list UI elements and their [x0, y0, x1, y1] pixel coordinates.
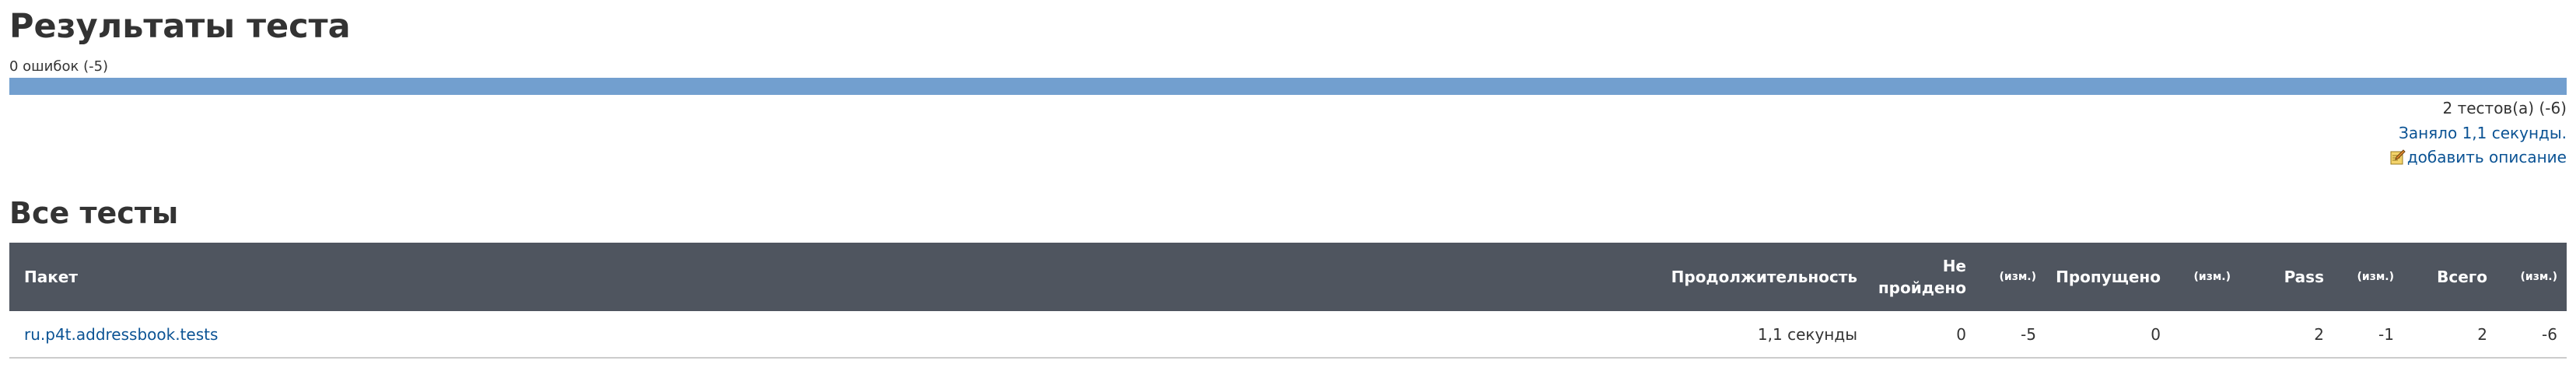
failed-diff-cell: -5 [2021, 324, 2036, 344]
add-description-label[interactable]: добавить описание [2407, 147, 2567, 167]
pass-cell: 2 [2314, 324, 2324, 344]
edit-description-icon [2390, 149, 2406, 165]
all-tests-heading: Все тесты [9, 196, 179, 230]
failed-cell: 0 [1956, 324, 1966, 344]
package-cell: ru.p4t.addressbook.tests [9, 311, 1662, 358]
total-diff-cell: -6 [2542, 324, 2557, 344]
test-result-bar [9, 78, 2567, 95]
column-header-skipped[interactable]: Пропущено [2046, 243, 2170, 311]
skipped-diff-cell [2170, 311, 2240, 358]
column-header-failed[interactable]: Не пройдено [1867, 243, 1976, 311]
column-header-failed-line1: Не [1942, 257, 1966, 275]
column-header-pass[interactable]: Pass [2240, 243, 2333, 311]
test-result-bar-fill [9, 78, 2567, 95]
table-header-row: Пакет Продолжительность Не пройдено (изм… [9, 243, 2567, 311]
column-header-skipped-diff[interactable]: (изм.) [2170, 243, 2240, 311]
package-link[interactable]: ru.p4t.addressbook.tests [24, 325, 218, 344]
tests-count: 2 тестов(а) (-6) [2442, 99, 2567, 117]
duration-cell: 1,1 секунды [1757, 324, 1857, 344]
tests-table: Пакет Продолжительность Не пройдено (изм… [9, 243, 2567, 359]
add-description-link[interactable]: добавить описание [2390, 147, 2567, 167]
table-row: ru.p4t.addressbook.tests 1,1 секунды 0 -… [9, 311, 2567, 358]
column-header-failed-diff[interactable]: (изм.) [1976, 243, 2046, 311]
column-header-pass-diff[interactable]: (изм.) [2333, 243, 2403, 311]
column-header-total-diff[interactable]: (изм.) [2497, 243, 2567, 311]
skipped-cell: 0 [2151, 324, 2161, 344]
duration-link[interactable]: Заняло 1,1 секунды. [2399, 123, 2567, 143]
column-header-package[interactable]: Пакет [9, 243, 1662, 311]
failures-summary: 0 ошибок (-5) [9, 58, 109, 75]
column-header-total[interactable]: Всего [2403, 243, 2497, 311]
page-title: Результаты теста [9, 7, 351, 46]
total-cell: 2 [2477, 324, 2487, 344]
pass-diff-cell: -1 [2378, 324, 2394, 344]
column-header-duration[interactable]: Продолжительность [1662, 243, 1867, 311]
column-header-failed-line2: пройдено [1878, 278, 1966, 297]
